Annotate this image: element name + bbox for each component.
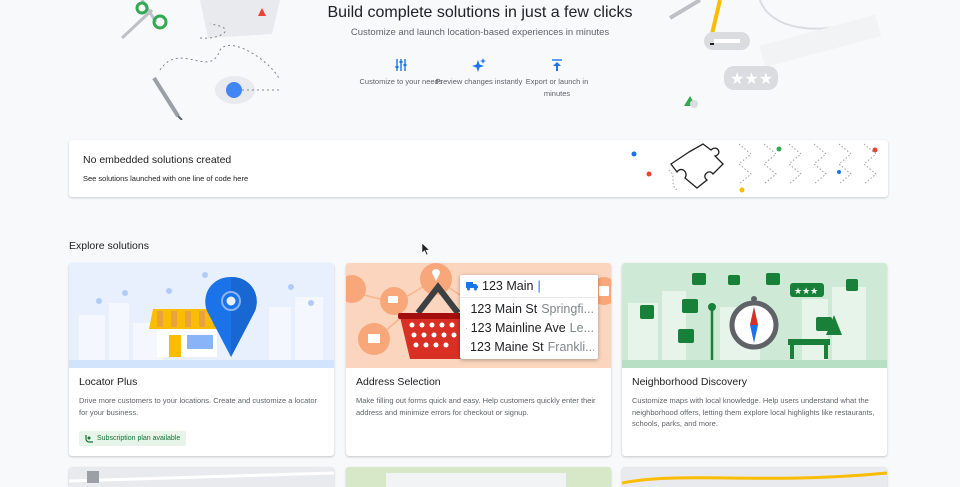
card-title: Locator Plus xyxy=(79,376,137,388)
feature-export: Export or launch in minutes xyxy=(512,58,602,100)
card-description: Make filling out forms quick and easy. H… xyxy=(356,395,601,418)
sparkle-icon xyxy=(472,58,486,72)
embedded-solutions-card: No embedded solutions created See soluti… xyxy=(69,140,888,197)
suggestion-secondary: Le... xyxy=(570,321,594,335)
mouse-cursor-icon xyxy=(422,243,431,256)
card-title: Neighborhood Discovery xyxy=(632,376,747,388)
autocomplete-input[interactable]: 123 Main| xyxy=(466,279,594,293)
solution-card-partial-1[interactable] xyxy=(69,467,334,487)
subscription-badge-label: Subscription plan available xyxy=(97,431,180,446)
feature-preview-label: Preview changes instantly xyxy=(436,77,523,86)
card-description: Drive more customers to your locations. … xyxy=(79,395,324,418)
feature-preview: Preview changes instantly xyxy=(434,58,524,88)
suggestion-item[interactable]: 123 Mainline Ave Le... xyxy=(466,321,594,335)
puzzle-pattern-graphic xyxy=(629,140,888,197)
svg-text:★★★: ★★★ xyxy=(730,69,773,88)
locator-plus-illustration xyxy=(69,263,334,368)
svg-text:★★★: ★★★ xyxy=(794,287,818,297)
explore-section-title: Explore solutions xyxy=(69,240,149,252)
empty-state-title: No embedded solutions created xyxy=(83,154,231,166)
subscription-badge: Subscription plan available xyxy=(79,431,186,446)
hero-subtitle: Customize and launch location-based expe… xyxy=(0,27,960,38)
subscription-icon xyxy=(85,434,94,443)
autocomplete-popup: 123 Main| 123 Main St Springfi... 123 Ma… xyxy=(460,275,598,359)
hero-title: Build complete solutions in just a few c… xyxy=(0,4,960,22)
card-description: Customize maps with local knowledge. Hel… xyxy=(632,395,877,430)
tune-icon xyxy=(394,58,408,72)
hero-section: ★★★ Build complete solutions in just a f… xyxy=(0,0,960,130)
solution-card-locator-plus[interactable]: Locator Plus Drive more customers to you… xyxy=(69,263,334,456)
feature-customize-label: Customize to your needs xyxy=(360,77,443,86)
feature-customize: Customize to your needs xyxy=(356,58,446,88)
launched-solutions-link[interactable]: See solutions launched with one line of … xyxy=(83,174,248,183)
map-thumbnail-graphic xyxy=(346,467,611,487)
solution-card-address-selection[interactable]: 123 Main| 123 Main St Springfi... 123 Ma… xyxy=(346,263,611,456)
solution-card-partial-2[interactable] xyxy=(346,467,611,487)
map-thumbnail-graphic xyxy=(69,467,334,487)
map-thumbnail-graphic xyxy=(622,467,887,487)
suggestion-main: 123 Mainline Ave xyxy=(471,321,566,335)
solution-card-partial-3[interactable] xyxy=(622,467,887,487)
truck-icon xyxy=(466,281,478,291)
suggestion-secondary: Springfi... xyxy=(541,302,594,316)
suggestion-item[interactable]: 123 Maine St Frankli... xyxy=(466,340,594,354)
upload-icon xyxy=(550,58,564,72)
suggestion-main: 123 Main St xyxy=(470,302,537,316)
autocomplete-query: 123 Main xyxy=(482,279,533,293)
pin-icon xyxy=(466,323,467,334)
suggestion-item[interactable]: 123 Main St Springfi... xyxy=(466,302,594,316)
card-title: Address Selection xyxy=(356,376,441,388)
suggestion-secondary: Frankli... xyxy=(548,340,594,354)
suggestion-main: 123 Maine St xyxy=(470,340,544,354)
feature-export-label: Export or launch in minutes xyxy=(526,77,589,98)
route-path-graphic xyxy=(150,40,290,120)
neighborhood-discovery-illustration: ★★★ xyxy=(622,263,887,368)
solution-card-neighborhood-discovery[interactable]: ★★★ Neighborhood Discovery Customize map… xyxy=(622,263,887,456)
